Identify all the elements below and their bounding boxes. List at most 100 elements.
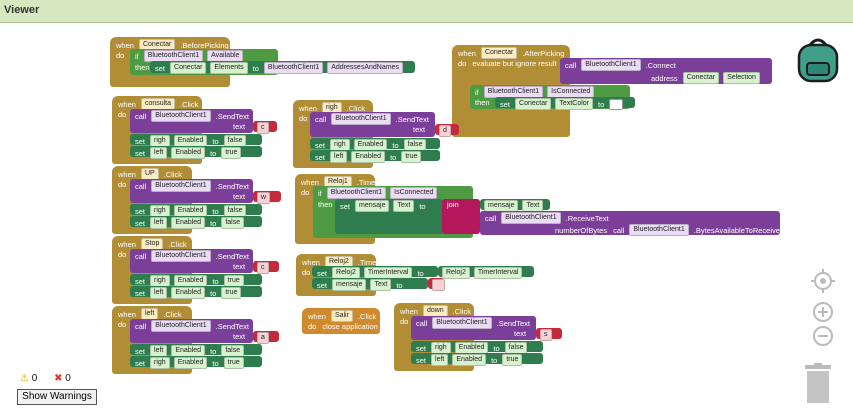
call-sendtext-block[interactable]: call BluetoothClient1 .SendText text bbox=[310, 112, 435, 137]
text-literal[interactable]: a bbox=[253, 331, 279, 344]
call-connect-block[interactable]: call BluetoothClient1 .Connect address Cone… bbox=[560, 58, 772, 84]
chip[interactable]: left bbox=[150, 287, 168, 299]
call-sendtext-block[interactable]: call BluetoothClient1 .SendText text bbox=[130, 319, 253, 343]
chip[interactable]: Conectar bbox=[170, 62, 207, 74]
set-enabled-block[interactable]: set left Enabled to false bbox=[130, 344, 262, 357]
chip[interactable]: d bbox=[439, 125, 451, 137]
text-literal[interactable]: c bbox=[253, 121, 277, 134]
chip[interactable]: a bbox=[257, 332, 269, 344]
chip[interactable]: BluetoothClient1 bbox=[629, 224, 689, 236]
chip[interactable]: BluetoothClient1 bbox=[151, 180, 211, 192]
chip[interactable]: BluetoothClient1 bbox=[151, 320, 211, 332]
set-timerinterval-block[interactable]: set Reloj2 TimerInterval to bbox=[312, 266, 438, 279]
chip[interactable]: BluetoothClient1 bbox=[432, 317, 492, 329]
set-enabled-block[interactable]: set left Enabled to true bbox=[310, 150, 440, 163]
chip[interactable]: Reloj2 bbox=[442, 267, 470, 279]
chip[interactable] bbox=[432, 279, 445, 291]
chip[interactable]: BluetoothClient1 bbox=[326, 187, 387, 199]
set-enabled-block[interactable]: set left Enabled to true bbox=[130, 146, 262, 159]
set-mensaje-block[interactable]: set mensaje Text to bbox=[312, 278, 428, 291]
set-enabled-block[interactable]: set righ Enabled to true bbox=[130, 356, 262, 369]
chip[interactable]: Conectar bbox=[682, 72, 720, 84]
call-receivetext-block[interactable]: call BluetoothClient1 .ReceiveText numberO… bbox=[480, 211, 780, 236]
chip[interactable]: mensaje bbox=[332, 279, 367, 291]
kw: address bbox=[651, 73, 678, 83]
set-enabled-block[interactable]: set righ Enabled to false bbox=[310, 138, 440, 151]
text-literal[interactable]: w bbox=[253, 191, 281, 204]
kw: when bbox=[308, 311, 326, 321]
chip[interactable]: Enabled bbox=[452, 354, 487, 366]
getter-timerinterval[interactable]: Reloj2 TimerInterval bbox=[438, 266, 534, 279]
chip[interactable]: true bbox=[502, 354, 523, 366]
close-application-block[interactable]: close application bbox=[322, 322, 377, 331]
backpack-icon[interactable] bbox=[793, 33, 843, 85]
kw: if bbox=[475, 87, 479, 97]
chip[interactable]: true bbox=[223, 357, 244, 369]
chip[interactable]: left bbox=[330, 151, 348, 163]
chip[interactable]: Elements bbox=[210, 62, 248, 74]
set-enabled-block[interactable]: set righ Enabled to false bbox=[130, 204, 262, 217]
set-enabled-block[interactable]: set left Enabled to false bbox=[130, 216, 262, 229]
chip[interactable]: BluetoothClient1 bbox=[151, 110, 211, 122]
chip[interactable]: w bbox=[257, 192, 271, 204]
chip[interactable]: Enabled bbox=[171, 217, 206, 229]
set-enabled-block[interactable]: set righ Enabled to false bbox=[411, 341, 543, 354]
block-salir-click[interactable]: when Salir .Click do close application bbox=[302, 308, 380, 334]
chip[interactable]: BluetoothClient1 bbox=[331, 113, 391, 125]
chip[interactable]: Enabled bbox=[171, 287, 206, 299]
chip[interactable]: Conectar bbox=[480, 47, 518, 59]
chip[interactable]: Enabled bbox=[173, 357, 208, 369]
call-sendtext-block[interactable]: call BluetoothClient1 .SendText text bbox=[130, 249, 253, 273]
set-enabled-block[interactable]: set righ Enabled to true bbox=[130, 274, 262, 287]
chip[interactable]: IsConnected bbox=[390, 187, 438, 199]
chip[interactable]: mensaje bbox=[355, 200, 390, 212]
set-enabled-block[interactable]: set left Enabled to true bbox=[411, 353, 543, 366]
chip[interactable]: true bbox=[221, 287, 242, 299]
set-enabled-block[interactable]: set righ Enabled to false bbox=[130, 134, 262, 147]
chip[interactable]: Text bbox=[393, 200, 415, 212]
chip[interactable]: Text bbox=[370, 279, 392, 291]
show-warnings-button[interactable]: Show Warnings bbox=[17, 389, 97, 405]
chip[interactable]: true bbox=[221, 147, 242, 159]
color-swatch[interactable] bbox=[609, 98, 624, 110]
text-literal-empty[interactable] bbox=[428, 278, 445, 291]
chip[interactable]: righ bbox=[150, 357, 170, 369]
chip[interactable]: Enabled bbox=[171, 147, 206, 159]
chip[interactable]: BluetoothClient1 bbox=[151, 250, 211, 262]
chip[interactable]: BluetoothClient1 bbox=[581, 59, 641, 71]
text-literal[interactable]: c bbox=[253, 261, 279, 274]
chip[interactable]: c bbox=[257, 262, 269, 274]
chip[interactable]: AddressesAndNames bbox=[327, 62, 403, 74]
call-sendtext-block[interactable]: call BluetoothClient1 .SendText text bbox=[130, 109, 253, 133]
set-block[interactable]: set Conectar Elements to BluetoothClient1 Add… bbox=[150, 61, 415, 74]
set-mensaje-block[interactable]: set mensaje Text to bbox=[335, 199, 443, 234]
zoom-in-icon[interactable] bbox=[812, 301, 834, 323]
set-enabled-block[interactable]: set left Enabled to true bbox=[130, 286, 262, 299]
chip[interactable]: left bbox=[431, 354, 449, 366]
trash-icon[interactable] bbox=[803, 363, 833, 405]
chip[interactable]: true bbox=[401, 151, 422, 163]
target-icon[interactable] bbox=[811, 269, 835, 293]
chip[interactable]: false bbox=[221, 217, 245, 229]
text-literal[interactable]: d bbox=[435, 124, 459, 137]
text-literal[interactable]: s bbox=[536, 328, 562, 341]
chip[interactable]: Selection bbox=[723, 72, 760, 84]
chip[interactable]: TextColor bbox=[555, 98, 593, 110]
chip[interactable]: Enabled bbox=[351, 151, 386, 163]
set-textcolor-block[interactable]: set Conectar TextColor to bbox=[495, 97, 635, 110]
chip[interactable]: left bbox=[150, 217, 168, 229]
chip[interactable]: c bbox=[257, 122, 269, 134]
zoom-out-icon[interactable] bbox=[812, 325, 834, 347]
call-sendtext-block[interactable]: call BluetoothClient1 .SendText text bbox=[130, 179, 253, 203]
join-block[interactable]: join bbox=[442, 199, 480, 234]
chip[interactable]: TimerInterval bbox=[473, 267, 523, 279]
chip[interactable]: Conectar bbox=[515, 98, 552, 110]
chip[interactable]: s bbox=[540, 329, 552, 341]
chip[interactable]: left bbox=[150, 147, 168, 159]
blocks-workspace[interactable]: when Conectar .BeforePicking do if Bluetoot… bbox=[0, 23, 853, 413]
chip[interactable]: Salir bbox=[330, 310, 353, 322]
call-sendtext-block[interactable]: call BluetoothClient1 .SendText text bbox=[411, 316, 536, 340]
getter-mensaje[interactable]: mensaje Text bbox=[480, 199, 550, 212]
chip[interactable]: BluetoothClient1 bbox=[263, 62, 324, 74]
chip[interactable]: BluetoothClient1 bbox=[501, 212, 561, 224]
